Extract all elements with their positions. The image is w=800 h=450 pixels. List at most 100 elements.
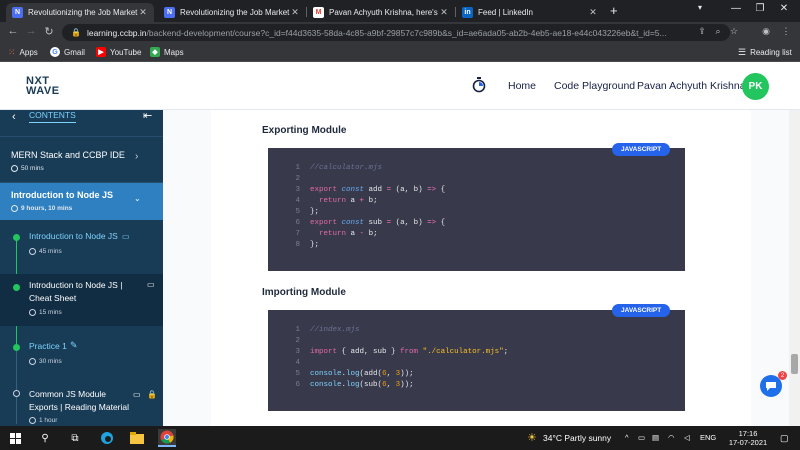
- wifi-icon[interactable]: ◠: [668, 433, 675, 442]
- battery-icon[interactable]: ▭: [638, 433, 645, 442]
- reading-list-button[interactable]: ☰ Reading list: [738, 47, 792, 58]
- notifications-icon[interactable]: ▢: [780, 433, 789, 444]
- bookmark-star-icon[interactable]: ☆: [728, 26, 740, 37]
- language-indicator[interactable]: ENG: [700, 433, 716, 442]
- page-scrollbar[interactable]: [789, 110, 800, 426]
- code-line: 2: [268, 175, 685, 186]
- volume-icon[interactable]: ◁: [684, 433, 690, 442]
- code-line: 8};: [268, 241, 685, 252]
- close-tab-icon[interactable]: ✕: [439, 7, 449, 18]
- profile-icon[interactable]: ◉: [760, 26, 772, 37]
- chevron-left-icon[interactable]: ‹: [12, 111, 16, 123]
- zoom-icon[interactable]: ⌕: [712, 26, 724, 37]
- line-number: 2: [295, 337, 300, 345]
- tab-title: Revolutionizing the Job Market |: [28, 8, 138, 17]
- address-bar[interactable]: 🔒 learning.ccbp.in /backend-development/…: [62, 24, 730, 41]
- browser-tab-strip: N Revolutionizing the Job Market | ✕ N R…: [0, 0, 800, 22]
- course-item-mern[interactable]: MERN Stack and CCBP IDE 50 mins ›: [0, 136, 163, 182]
- bookmark-maps[interactable]: ◆ Maps: [150, 47, 184, 57]
- nxtwave-logo[interactable]: NXT WAVE: [26, 76, 70, 97]
- code-line: 3 import { add, sub } from "./calculator.…: [268, 348, 685, 359]
- code-block-exporting[interactable]: JAVASCRIPT 1 //calculator.mjs 2 3 export con…: [268, 143, 685, 271]
- back-arrow-icon[interactable]: ←: [6, 25, 20, 37]
- clock-icon: [11, 205, 18, 212]
- browser-tab-3[interactable]: M Pavan Achyuth Krishna, here's yo ✕: [307, 3, 455, 22]
- clock-icon: [11, 165, 18, 172]
- course-duration: 50 mins: [11, 165, 44, 172]
- line-number: 7: [295, 230, 300, 238]
- clock-icon: [29, 358, 36, 365]
- nav-home[interactable]: Home: [508, 80, 536, 92]
- line-number: 8: [295, 241, 300, 249]
- timer-icon[interactable]: [472, 77, 486, 93]
- logo-line-2: WAVE: [26, 85, 60, 97]
- restore-icon[interactable]: ❐: [752, 3, 768, 14]
- close-window-icon[interactable]: ✕: [776, 3, 792, 14]
- clock[interactable]: 17:16 17-07-2021: [728, 429, 768, 447]
- clock-icon: [29, 417, 36, 424]
- bookmark-gmail[interactable]: G Gmail: [50, 47, 85, 57]
- browser-tab-2[interactable]: N Revolutionizing the Job Market | ✕: [158, 3, 306, 22]
- url-domain: learning.ccbp.in: [86, 27, 147, 38]
- browser-tab-1[interactable]: N Revolutionizing the Job Market | ✕: [6, 3, 154, 22]
- chrome-icon[interactable]: [158, 429, 176, 447]
- sidebar-item-cheat-sheet[interactable]: Introduction to Node JS | Cheat Sheet ▭ …: [0, 274, 163, 326]
- bookmark-label: Apps: [19, 48, 38, 57]
- cheat-sheet-card: Exporting Module JAVASCRIPT 1 //calculato…: [211, 110, 751, 426]
- windows-start-icon[interactable]: [6, 429, 24, 447]
- weather-text[interactable]: 34°C Partly sunny: [543, 433, 611, 443]
- completed-check-icon: [13, 284, 20, 291]
- chat-bubble-icon: [766, 381, 776, 391]
- clock-time: 17:16: [738, 429, 758, 438]
- code-line: 4 return a + b;: [268, 197, 685, 208]
- course-sidebar: ‹ CONTENTS ⇤ MERN Stack and CCBP IDE 50 …: [0, 110, 163, 426]
- task-view-icon[interactable]: ⧉: [66, 429, 84, 447]
- code-block-importing[interactable]: JAVASCRIPT 1 //index.mjs 2 3 import { add, s…: [268, 304, 685, 411]
- bookmark-apps[interactable]: ⁙ Apps: [8, 47, 38, 58]
- close-tab-icon[interactable]: ✕: [290, 7, 300, 18]
- sidebar-item-intro-node[interactable]: Introduction to Node JS ▭ 45 mins: [0, 228, 163, 268]
- line-number: 5: [295, 370, 300, 378]
- clock-icon: [29, 309, 36, 316]
- collapse-sidebar-icon[interactable]: ⇤: [143, 110, 152, 122]
- nxtwave-favicon-icon: N: [164, 7, 175, 18]
- network-icon[interactable]: ▤: [652, 433, 659, 442]
- line-number: 5: [295, 208, 300, 216]
- scrollbar-thumb[interactable]: [791, 354, 798, 374]
- tray-chevron-up-icon[interactable]: ^: [625, 433, 629, 442]
- new-tab-button[interactable]: +: [610, 3, 618, 18]
- sidebar-item-common-js[interactable]: Common JS Module Exports | Reading Mater…: [0, 386, 163, 426]
- file-explorer-icon[interactable]: [128, 429, 146, 447]
- course-item-node-js[interactable]: Introduction to Node JS 9 hours, 10 mins…: [0, 182, 163, 220]
- browser-tab-4[interactable]: in Feed | LinkedIn ✕: [456, 3, 604, 22]
- menu-dots-icon[interactable]: ⋮: [780, 26, 792, 37]
- avatar[interactable]: PK: [742, 73, 769, 100]
- tab-search-icon[interactable]: ▾: [692, 3, 708, 12]
- nav-code-playground[interactable]: Code Playground: [554, 80, 635, 92]
- search-icon[interactable]: ⚲: [36, 429, 54, 447]
- code-text: return a + b;: [319, 197, 378, 205]
- code-text: };: [310, 241, 320, 249]
- google-icon: G: [50, 47, 60, 57]
- line-number: 3: [295, 348, 300, 356]
- site-header: NXT WAVE Home Code Playground Pavan Achy…: [0, 62, 800, 110]
- item-label: Common JS Module Exports | Reading Mater…: [29, 389, 130, 412]
- sidebar-item-practice-1[interactable]: Practice 1 ✎ 30 mins: [0, 338, 163, 378]
- reload-icon[interactable]: ↻: [42, 25, 56, 38]
- tab-title: Pavan Achyuth Krishna, here's yo: [329, 8, 439, 17]
- book-icon: ▭: [122, 232, 130, 241]
- edge-icon[interactable]: [98, 429, 116, 447]
- code-line: 4: [268, 359, 685, 370]
- user-name[interactable]: Pavan Achyuth Krishna: [637, 80, 746, 92]
- contents-tab[interactable]: CONTENTS: [29, 110, 76, 123]
- close-tab-icon[interactable]: ✕: [138, 7, 148, 18]
- code-text: //calculator.mjs: [310, 164, 383, 172]
- minimize-icon[interactable]: —: [728, 3, 744, 14]
- forward-arrow-icon[interactable]: →: [24, 25, 38, 37]
- bookmark-youtube[interactable]: ▶ YouTube: [96, 47, 141, 57]
- share-icon[interactable]: ⇪: [696, 26, 708, 37]
- code-line: 5};: [268, 208, 685, 219]
- browser-toolbar: ← → ↻ 🔒 learning.ccbp.in /backend-develo…: [0, 22, 800, 43]
- maps-icon: ◆: [150, 47, 160, 57]
- close-tab-icon[interactable]: ✕: [588, 7, 598, 18]
